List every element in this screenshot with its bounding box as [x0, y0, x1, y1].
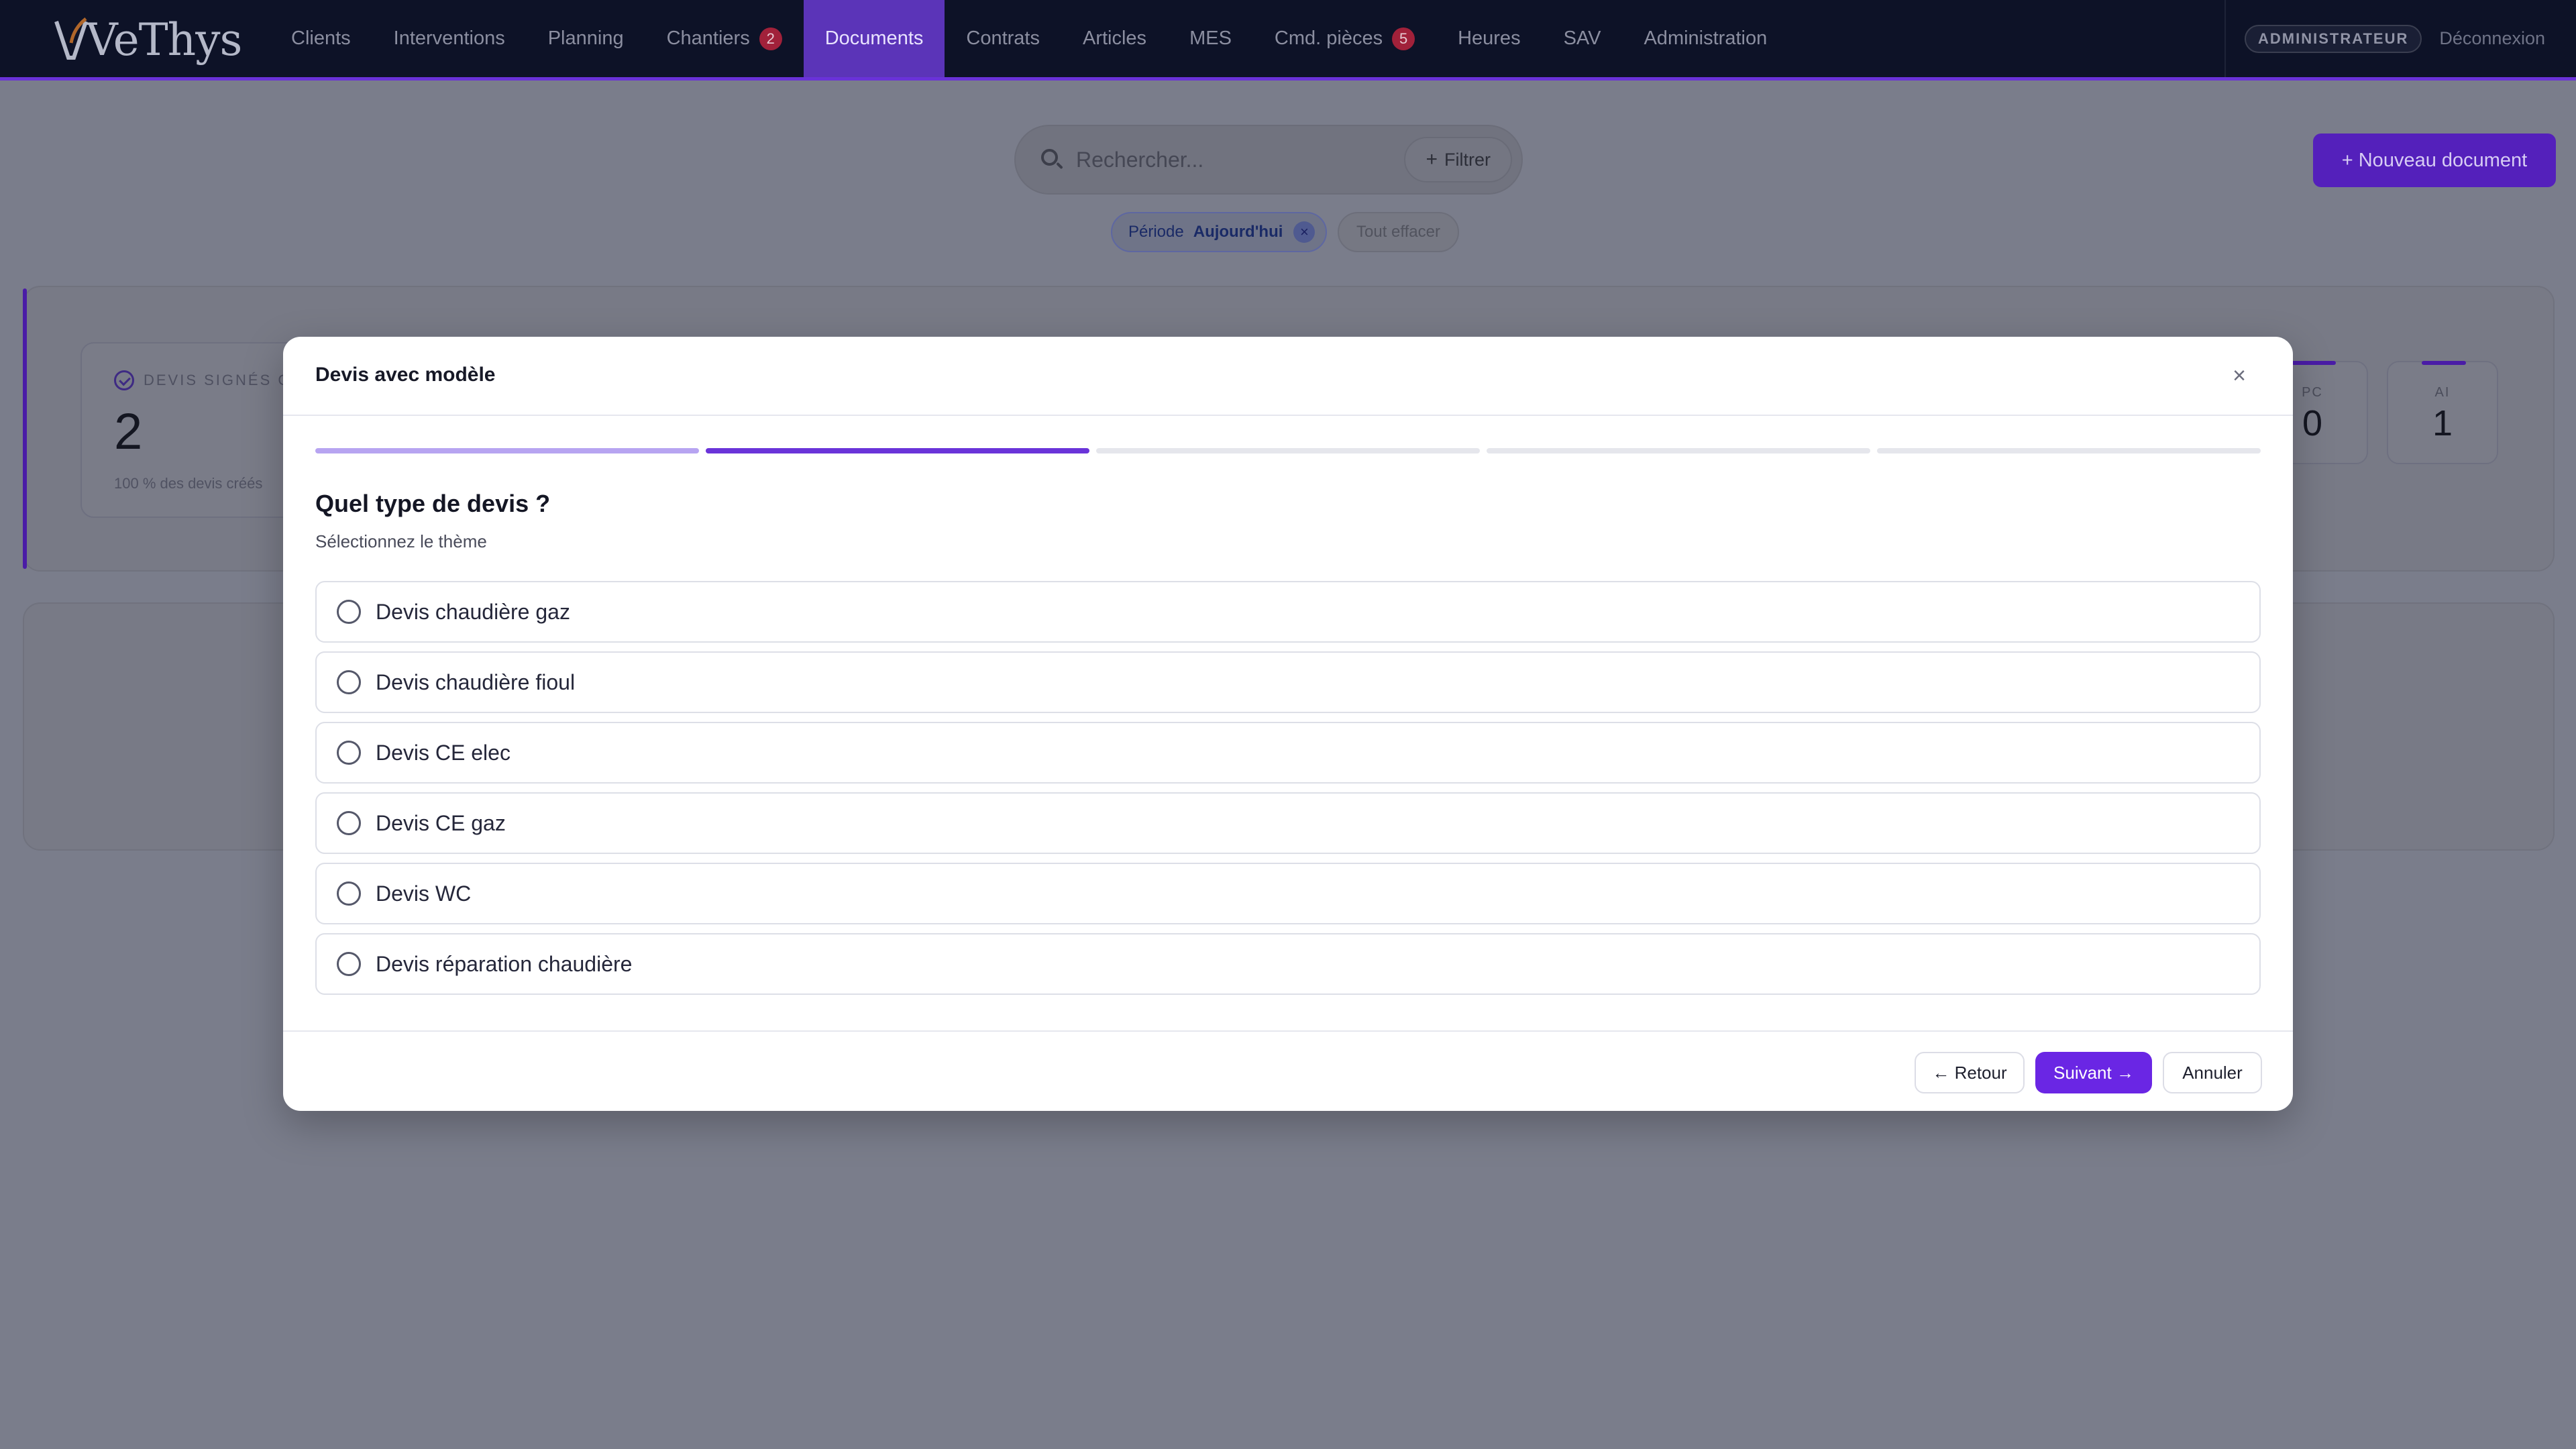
stat-value: 2 — [114, 403, 143, 460]
plus-icon: + — [1426, 148, 1438, 170]
check-circle-icon — [114, 370, 134, 390]
close-icon[interactable]: × — [2226, 362, 2253, 389]
stat-subtext: 100 % des devis créés — [114, 475, 263, 492]
nav-item-mes[interactable]: MES — [1168, 0, 1253, 77]
stat-card-signed-quotes: DEVIS SIGNÉS CE 2 100 % des devis créés — [80, 342, 302, 518]
radio-button[interactable] — [337, 670, 361, 694]
option-label: Devis chaudière fioul — [376, 669, 576, 694]
dialog-footer: ← Retour Suivant → Annuler — [283, 1030, 2293, 1111]
search-icon — [1040, 148, 1064, 172]
nav-item-administration[interactable]: Administration — [1622, 0, 1788, 77]
dialog-title: Devis avec modèle — [315, 364, 496, 386]
nav-badge-cmd-pieces: 5 — [1392, 27, 1415, 50]
option-label: Devis CE gaz — [376, 810, 506, 835]
wizard-hint: Sélectionnez le thème — [315, 531, 487, 551]
main-nav: Clients Interventions Planning Chantiers… — [270, 0, 1788, 77]
quote-type-option[interactable]: Devis CE elec — [315, 722, 2261, 784]
remove-filter-icon[interactable]: × — [1293, 221, 1316, 243]
radio-button[interactable] — [337, 600, 361, 624]
filter-chip-label: Période — [1128, 223, 1184, 241]
cancel-button[interactable]: Annuler — [2163, 1052, 2262, 1093]
nav-item-heures[interactable]: Heures — [1436, 0, 1542, 77]
quote-type-option[interactable]: Devis WC — [315, 863, 2261, 924]
radio-button[interactable] — [337, 811, 361, 835]
nav-item-planning[interactable]: Planning — [527, 0, 645, 77]
role-badge: ADMINISTRATEUR — [2245, 24, 2422, 53]
nav-item-cmd-pieces[interactable]: Cmd. pièces 5 — [1253, 0, 1436, 77]
wizard-progress — [315, 448, 2261, 453]
quote-type-option[interactable]: Devis réparation chaudière — [315, 933, 2261, 995]
nav-item-chantiers[interactable]: Chantiers 2 — [645, 0, 804, 77]
option-label: Devis chaudière gaz — [376, 599, 570, 624]
option-label: Devis WC — [376, 881, 472, 906]
back-button[interactable]: ← Retour — [1915, 1052, 2025, 1093]
wizard-step-1 — [315, 448, 699, 453]
search-bar: + Filtrer — [1014, 125, 1523, 195]
dialog-header: Devis avec modèle × — [283, 337, 2293, 416]
mini-stat-value: 1 — [2432, 403, 2453, 443]
quote-type-option[interactable]: Devis CE gaz — [315, 792, 2261, 854]
filter-chip-value: Aujourd'hui — [1193, 223, 1283, 241]
quote-type-options: Devis chaudière gaz Devis chaudière fiou… — [315, 581, 2261, 1004]
nav-item-documents[interactable]: Documents — [803, 0, 945, 77]
search-input[interactable] — [1076, 147, 1405, 172]
app-logo[interactable]: VeThys — [54, 9, 242, 70]
nav-item-interventions[interactable]: Interventions — [372, 0, 527, 77]
logo-text: VeThys — [86, 13, 242, 66]
new-document-button[interactable]: + Nouveau document — [2313, 133, 2556, 187]
nav-item-sav[interactable]: SAV — [1542, 0, 1623, 77]
stat-label: DEVIS SIGNÉS CE — [144, 372, 302, 388]
wizard-step-4 — [1487, 448, 1870, 453]
radio-button[interactable] — [337, 881, 361, 906]
template-quote-dialog: Devis avec modèle × Quel type de devis ?… — [283, 337, 2293, 1111]
clear-filters-button[interactable]: Tout effacer — [1338, 212, 1459, 252]
nav-item-contrats[interactable]: Contrats — [945, 0, 1061, 77]
radio-button[interactable] — [337, 741, 361, 765]
radio-button[interactable] — [337, 952, 361, 976]
quote-type-option[interactable]: Devis chaudière gaz — [315, 581, 2261, 643]
nav-divider — [2224, 0, 2226, 77]
filter-button-label: Filtrer — [1444, 149, 1491, 170]
nav-user-area: ADMINISTRATEUR Déconnexion — [2245, 0, 2545, 77]
quote-type-option[interactable]: Devis chaudière fioul — [315, 651, 2261, 713]
mini-stat-label: AI — [2434, 385, 2451, 400]
wizard-question: Quel type de devis ? — [315, 490, 551, 517]
mini-stat-card-ai: AI 1 — [2387, 361, 2498, 464]
next-button[interactable]: Suivant → — [2035, 1052, 2152, 1093]
wizard-step-5 — [1877, 448, 2261, 453]
stats-panel-accent — [23, 288, 27, 569]
filter-button[interactable]: + Filtrer — [1404, 137, 1512, 182]
wizard-step-2 — [706, 448, 1089, 453]
top-navbar: VeThys Clients Interventions Planning Ch… — [0, 0, 2576, 80]
option-label: Devis CE elec — [376, 740, 511, 765]
nav-item-articles[interactable]: Articles — [1061, 0, 1168, 77]
wizard-step-3 — [1096, 448, 1480, 453]
filter-chip-period[interactable]: Période Aujourd'hui × — [1111, 212, 1328, 252]
nav-item-clients[interactable]: Clients — [270, 0, 372, 77]
option-label: Devis réparation chaudière — [376, 951, 633, 976]
nav-badge-chantiers: 2 — [759, 27, 782, 50]
logo-mark-icon — [54, 17, 88, 60]
logout-link[interactable]: Déconnexion — [2439, 28, 2545, 49]
